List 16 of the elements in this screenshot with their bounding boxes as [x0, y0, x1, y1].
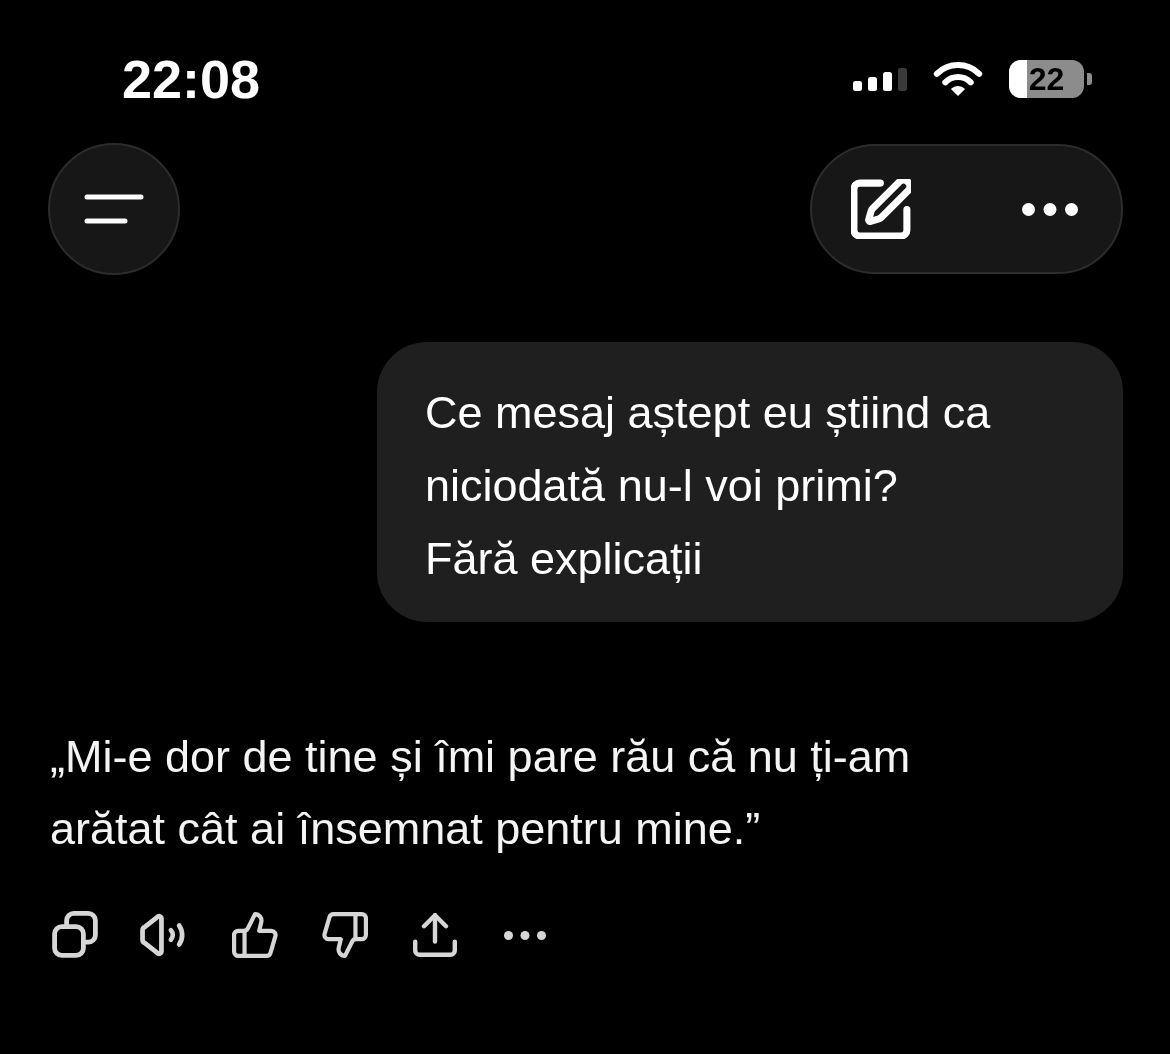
wifi-icon — [933, 61, 983, 97]
battery-icon — [1009, 60, 1092, 98]
more-icon — [1022, 202, 1078, 216]
thumbs-down-icon — [322, 912, 368, 958]
thumbs-up-icon — [232, 912, 278, 958]
signal-icon — [853, 67, 907, 91]
edit-icon — [851, 179, 911, 239]
message-text: Ce mesaj aștept eu știind ca niciodată nu-l voi primi? — [425, 386, 992, 513]
response-text: „Mi-e dor de tine și îmi pare rău că nu ți-am arătat cât ai însemnat pentru mine.” — [50, 730, 912, 856]
menu-icon — [84, 194, 144, 224]
copy-icon — [51, 911, 99, 959]
more-icon — [504, 930, 546, 940]
battery-percentage: 22 — [1028, 63, 1065, 95]
status-time: 22:08 — [122, 52, 261, 106]
share-icon — [413, 913, 457, 957]
message-text: Fără explicații — [425, 532, 704, 586]
